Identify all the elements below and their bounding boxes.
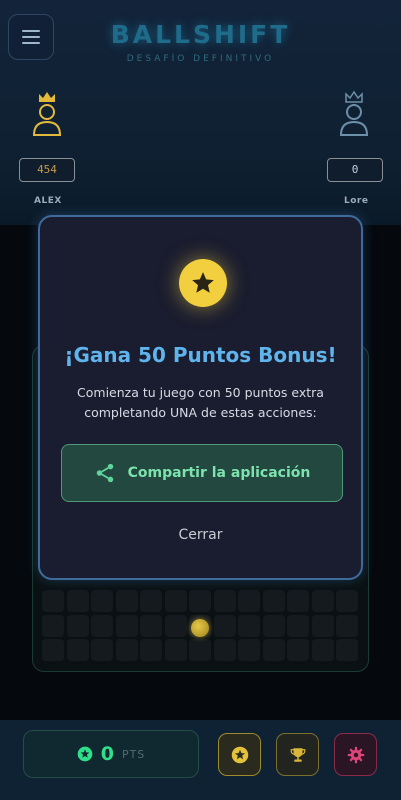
- game-title: BALLSHIFT: [110, 20, 291, 49]
- player-left-avatar: [17, 90, 77, 140]
- board-cell[interactable]: [238, 639, 260, 661]
- board-cell[interactable]: [115, 614, 138, 637]
- board-cell[interactable]: [140, 614, 162, 637]
- close-button[interactable]: Cerrar: [40, 527, 361, 543]
- star-icon: [231, 746, 248, 763]
- bonus-modal: ¡Gana 50 Puntos Bonus! Comienza tu juego…: [38, 215, 363, 580]
- board-cell[interactable]: [164, 639, 187, 661]
- share-app-label: Compartir la aplicación: [127, 465, 311, 481]
- board-cell[interactable]: [66, 614, 89, 637]
- star-icon: [77, 746, 93, 762]
- board-cell[interactable]: [336, 590, 358, 612]
- board-cell[interactable]: [262, 639, 285, 661]
- board-cell[interactable]: [311, 639, 334, 661]
- board-cell[interactable]: [311, 614, 334, 637]
- player-right-avatar: [324, 90, 384, 140]
- board-cell[interactable]: [42, 639, 64, 661]
- share-app-button[interactable]: Compartir la aplicación: [61, 444, 343, 502]
- board-cell[interactable]: [262, 590, 285, 612]
- player-left-score: 454: [19, 158, 75, 182]
- board-cell[interactable]: [336, 614, 358, 637]
- game-ball[interactable]: [191, 619, 209, 637]
- trophy-button[interactable]: [276, 733, 319, 776]
- board-cell[interactable]: [115, 639, 138, 661]
- bottom-bar: 0 PTS: [0, 720, 401, 800]
- share-icon: [96, 463, 113, 483]
- crown-icon: [32, 92, 62, 136]
- board-cell[interactable]: [287, 590, 309, 612]
- star-icon: [179, 259, 227, 307]
- game-subtitle: DESAFÍO DEFINITIVO: [126, 54, 275, 64]
- board-cell[interactable]: [213, 590, 236, 612]
- board-cell[interactable]: [140, 590, 162, 612]
- bonus-button[interactable]: [218, 733, 261, 776]
- trophy-icon: [290, 747, 305, 762]
- player-right-score: 0: [327, 158, 383, 182]
- board-cell[interactable]: [164, 614, 187, 637]
- board-cell[interactable]: [66, 639, 89, 661]
- board-cell[interactable]: [336, 639, 358, 661]
- points-display: 0 PTS: [23, 730, 199, 778]
- modal-title: ¡Gana 50 Puntos Bonus!: [64, 343, 337, 367]
- board-cell[interactable]: [262, 614, 285, 637]
- board-cell[interactable]: [287, 639, 309, 661]
- points-value: 0: [100, 743, 114, 765]
- board-cell[interactable]: [213, 614, 236, 637]
- settings-button[interactable]: [334, 733, 377, 776]
- board-cell[interactable]: [42, 590, 64, 612]
- gear-icon: [347, 746, 364, 763]
- board-cell[interactable]: [66, 590, 89, 612]
- board-cell[interactable]: [91, 639, 113, 661]
- board-cell[interactable]: [311, 590, 334, 612]
- board-cell[interactable]: [238, 590, 260, 612]
- player-right-name: Lore: [344, 196, 369, 206]
- user-icon: [32, 104, 62, 136]
- board-cell[interactable]: [115, 590, 138, 612]
- board-cell[interactable]: [189, 639, 211, 661]
- crown-icon: [339, 90, 369, 136]
- user-icon: [339, 104, 369, 136]
- board-cell[interactable]: [213, 639, 236, 661]
- board-cell[interactable]: [189, 590, 211, 612]
- board-cell[interactable]: [238, 614, 260, 637]
- board-cell[interactable]: [91, 590, 113, 612]
- board-cell[interactable]: [42, 614, 64, 637]
- points-unit: PTS: [121, 747, 146, 761]
- header: BALLSHIFT DESAFÍO DEFINITIVO 454 ALEX 0 …: [0, 0, 401, 225]
- player-left-name: ALEX: [34, 196, 62, 206]
- board-cell[interactable]: [140, 639, 162, 661]
- modal-description: Comienza tu juego con 50 puntos extra co…: [77, 385, 324, 420]
- board-cell[interactable]: [164, 590, 187, 612]
- board-cell[interactable]: [91, 614, 113, 637]
- board-cell[interactable]: [287, 614, 309, 637]
